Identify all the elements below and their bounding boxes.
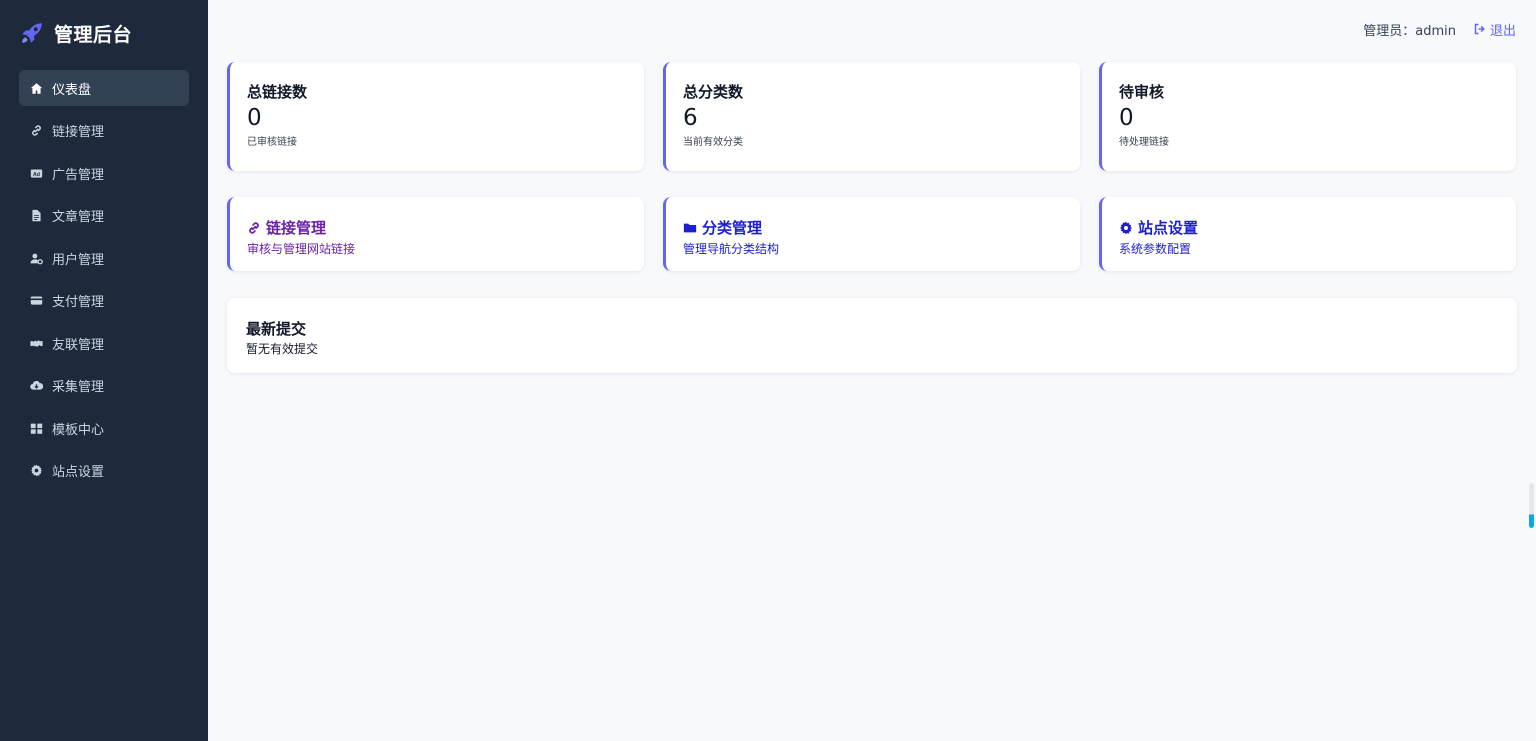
link-icon: [249, 221, 259, 234]
sidebar-item-friend-links[interactable]: 友联管理: [19, 325, 189, 361]
sign-out-icon: [1474, 23, 1485, 35]
sidebar-item-links[interactable]: 链接管理: [19, 113, 189, 149]
stats-row: 总链接数 0 已审核链接 总分类数 6 当前有效分类 待审核 0 待处理链接: [227, 62, 1516, 171]
stat-label: 总分类数: [683, 83, 744, 101]
sidebar-item-label: 仪表盘: [52, 82, 92, 98]
sidebar-item-payments[interactable]: 支付管理: [19, 283, 189, 319]
user-cog-icon: [29, 251, 43, 265]
quick-card-title: 分类管理: [683, 217, 1063, 238]
stat-sub: 当前有效分类: [683, 137, 743, 148]
sidebar-item-label: 广告管理: [52, 167, 105, 183]
stat-label: 总链接数: [247, 83, 308, 101]
credit-card-icon: [29, 294, 43, 308]
sidebar-item-dashboard[interactable]: 仪表盘: [19, 70, 189, 106]
scrollbar-thumb[interactable]: [1529, 483, 1534, 528]
sidebar-item-label: 链接管理: [52, 125, 105, 140]
quick-card-site-settings[interactable]: 站点设置 系统参数配置: [1099, 197, 1516, 271]
stat-card-total-links: 总链接数 0 已审核链接: [227, 62, 644, 171]
admin-label: 管理员：admin: [1363, 23, 1456, 39]
recent-title: 最新提交: [246, 320, 307, 338]
quick-card-category-management[interactable]: 分类管理 管理导航分类结构: [663, 197, 1080, 271]
link-icon: [29, 124, 43, 138]
grid-icon: [29, 421, 43, 435]
sidebar-item-settings[interactable]: 站点设置: [19, 453, 189, 489]
rocket-icon: [18, 19, 46, 47]
folder-icon: [683, 223, 697, 232]
sidebar-item-label: 支付管理: [52, 295, 105, 310]
stat-card-total-categories: 总分类数 6 当前有效分类: [663, 62, 1080, 171]
quick-card-sub: 管理导航分类结构: [683, 242, 780, 256]
stat-sub: 待处理链接: [1119, 137, 1169, 148]
sidebar-item-label: 用户管理: [52, 252, 105, 268]
cloud-download-icon: [29, 379, 43, 393]
main-content: 管理员：admin 退出 总链接数 0 已审核链接 总分类数 6 当前有效分类 …: [208, 0, 1536, 741]
topbar: 管理员：admin 退出: [1363, 20, 1516, 39]
logout-button[interactable]: 退出: [1474, 20, 1516, 39]
quick-card-title: 站点设置: [1119, 217, 1499, 238]
sidebar-item-label: 采集管理: [52, 380, 105, 395]
recent-submissions-card: 最新提交 暂无有效提交: [227, 298, 1517, 373]
sidebar-item-label: 模板中心: [52, 422, 105, 438]
sidebar-item-users[interactable]: 用户管理: [19, 240, 189, 276]
stat-label: 待审核: [1119, 83, 1165, 101]
quick-card-sub: 系统参数配置: [1119, 242, 1192, 256]
logout-label: 退出: [1489, 23, 1516, 39]
stat-card-pending: 待审核 0 待处理链接: [1099, 62, 1516, 171]
quick-card-title-text: 站点设置: [1138, 219, 1199, 237]
sidebar-item-articles[interactable]: 文章管理: [19, 198, 189, 234]
quick-links-row: 链接管理 审核与管理网站链接 分类管理 管理导航分类结构 站点设置 系统参数配置: [227, 197, 1516, 271]
sidebar-item-collect[interactable]: 采集管理: [19, 368, 189, 404]
sidebar-item-ads[interactable]: Ad 广告管理: [19, 155, 189, 191]
stat-value: 0: [247, 105, 262, 131]
quick-card-title-text: 链接管理: [266, 219, 327, 237]
quick-card-sub: 审核与管理网站链接: [247, 242, 356, 256]
sidebar-item-label: 站点设置: [52, 465, 105, 480]
sidebar: 管理后台 仪表盘 链接管理 Ad 广告管理 文章管理 用户管理 支付管理 友联管…: [0, 0, 208, 741]
svg-text:Ad: Ad: [32, 171, 39, 177]
brand-title: 管理后台: [54, 23, 133, 46]
sidebar-nav: 仪表盘 链接管理 Ad 广告管理 文章管理 用户管理 支付管理 友联管理 采集管…: [0, 70, 208, 489]
recent-empty-text: 暂无有效提交: [246, 342, 319, 356]
stat-value: 0: [1119, 105, 1134, 131]
file-icon: [29, 209, 43, 223]
sidebar-item-templates[interactable]: 模板中心: [19, 410, 189, 446]
gear-icon: [1120, 221, 1132, 234]
app: 管理后台 仪表盘 链接管理 Ad 广告管理 文章管理 用户管理 支付管理 友联管…: [0, 0, 1536, 741]
brand[interactable]: 管理后台: [0, 16, 208, 50]
quick-card-title-text: 分类管理: [702, 219, 763, 237]
quick-card-title: 链接管理: [247, 217, 627, 238]
ad-icon: Ad: [29, 166, 43, 180]
quick-card-link-management[interactable]: 链接管理 审核与管理网站链接: [227, 197, 644, 271]
gear-icon: [29, 464, 43, 478]
sidebar-item-label: 友联管理: [52, 337, 105, 353]
stat-sub: 已审核链接: [247, 137, 297, 148]
handshake-icon: [29, 336, 43, 350]
sidebar-item-label: 文章管理: [52, 210, 105, 225]
stat-value: 6: [683, 105, 698, 131]
home-icon: [29, 81, 43, 95]
